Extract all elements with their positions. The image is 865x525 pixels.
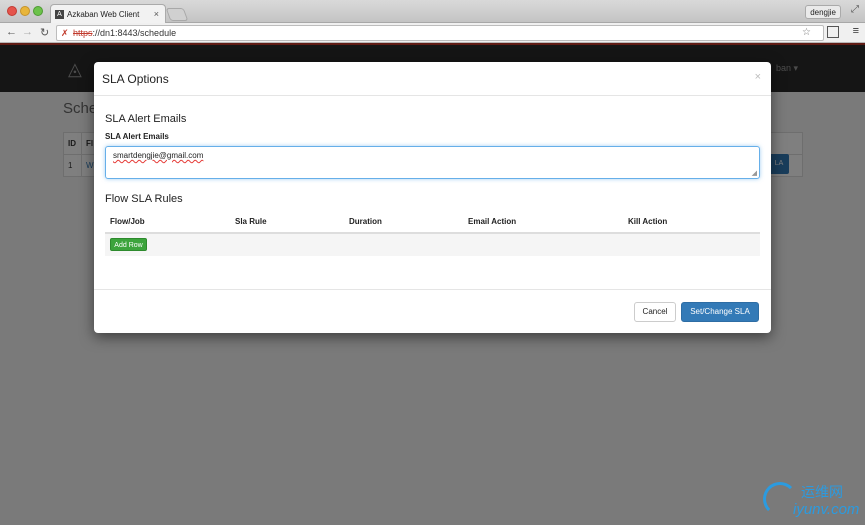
address-bar[interactable]: ✗ https://dn1:8443/schedule ☆ — [56, 25, 824, 41]
col-flow-job: Flow/Job — [110, 217, 145, 226]
modal-title: SLA Options — [102, 72, 169, 86]
browser-tabbar: A Azkaban Web Client × dengjie ⤢ — [0, 0, 865, 24]
browser-tab[interactable]: A Azkaban Web Client × — [50, 4, 166, 24]
alert-emails-label: SLA Alert Emails — [105, 132, 169, 141]
watermark-en-text: iyunv.com — [793, 501, 860, 518]
fullscreen-icon[interactable]: ⤢ — [851, 4, 859, 15]
hamburger-menu-icon[interactable]: ≡ — [853, 25, 859, 37]
forward-arrow-icon[interactable]: → — [22, 26, 33, 38]
zoom-window-button[interactable] — [33, 6, 43, 16]
table-row: Add Row — [105, 234, 760, 256]
qr-extension-icon[interactable] — [827, 26, 839, 38]
site-watermark: 运维网 iyunv.com — [763, 480, 863, 520]
add-row-button[interactable]: Add Row — [110, 238, 147, 251]
browser-toolbar: ← → ↻ ✗ https://dn1:8443/schedule ☆ ≡ — [0, 23, 865, 43]
minimize-window-button[interactable] — [20, 6, 30, 16]
sla-options-modal: SLA Options × SLA Alert Emails SLA Alert… — [94, 62, 771, 333]
new-tab-button[interactable] — [165, 8, 189, 21]
modal-header: SLA Options × — [94, 62, 771, 96]
col-email-action: Email Action — [468, 217, 517, 226]
modal-close-icon[interactable]: × — [755, 71, 761, 83]
alert-emails-heading: SLA Alert Emails — [105, 113, 187, 125]
profile-button[interactable]: dengjie — [805, 5, 841, 19]
tab-title: Azkaban Web Client — [67, 10, 140, 19]
back-arrow-icon[interactable]: ← — [6, 26, 17, 38]
watermark-logo-icon — [763, 482, 797, 516]
set-change-sla-button[interactable]: Set/Change SLA — [681, 302, 759, 322]
url-scheme: https — [73, 28, 93, 38]
alert-emails-textarea[interactable]: smartdengjie@gmail.com ◢ — [105, 146, 760, 179]
resize-handle-icon[interactable]: ◢ — [752, 169, 757, 177]
col-kill-action: Kill Action — [628, 217, 668, 226]
close-window-button[interactable] — [7, 6, 17, 16]
insecure-lock-icon: ✗ — [61, 28, 69, 38]
sla-rules-header: Flow/Job Sla Rule Duration Email Action … — [105, 212, 760, 234]
watermark-cn-text: 运维网 — [801, 484, 843, 500]
col-duration: Duration — [349, 217, 382, 226]
flow-sla-rules-heading: Flow SLA Rules — [105, 193, 183, 205]
cancel-button[interactable]: Cancel — [634, 302, 676, 322]
azkaban-favicon-icon: A — [55, 10, 64, 19]
tab-close-icon[interactable]: × — [154, 9, 159, 19]
col-sla-rule: Sla Rule — [235, 217, 267, 226]
reload-icon[interactable]: ↻ — [40, 26, 49, 39]
url-path: ://dn1:8443/schedule — [92, 28, 177, 38]
sla-rules-table: Flow/Job Sla Rule Duration Email Action … — [105, 212, 760, 257]
modal-footer: Cancel Set/Change SLA — [94, 289, 771, 333]
bookmark-star-icon[interactable]: ☆ — [802, 26, 811, 40]
alert-emails-value: smartdengjie@gmail.com — [113, 151, 204, 160]
